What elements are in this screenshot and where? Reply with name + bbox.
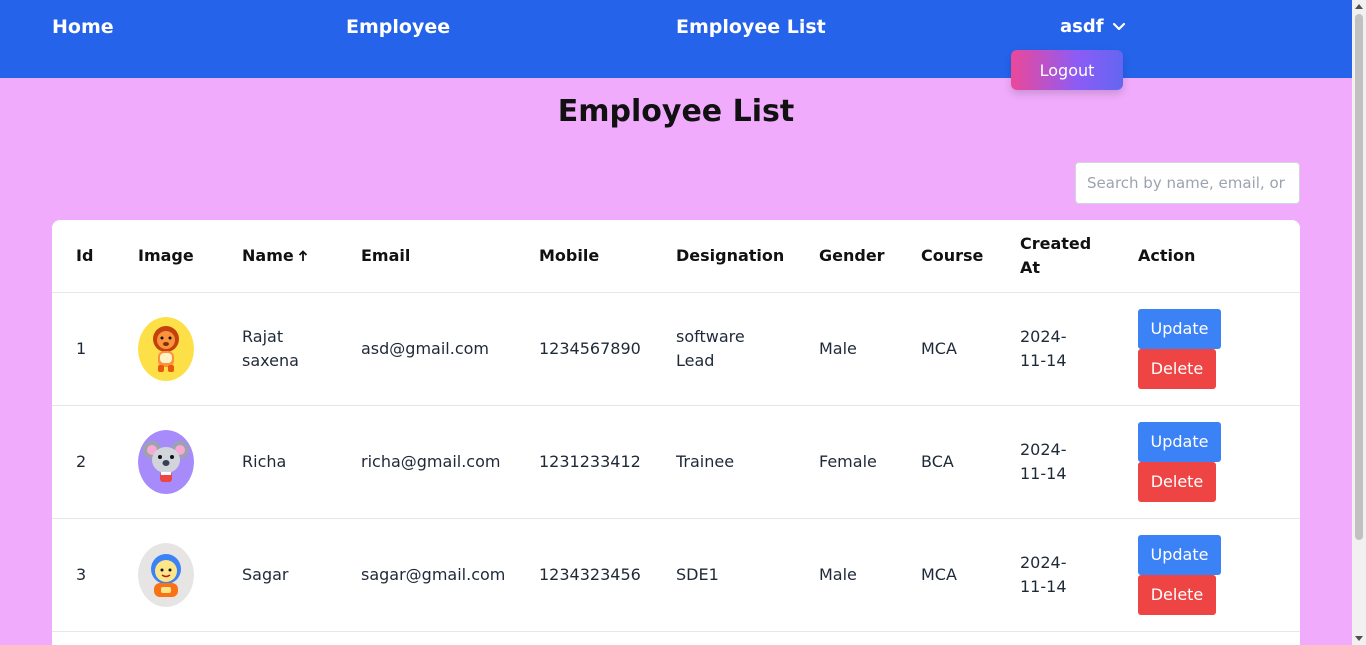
scroll-up-arrow-icon[interactable] xyxy=(1355,4,1363,9)
employee-table-card: Id Image Name Email Mobile Designation G… xyxy=(52,220,1300,645)
cell-created-at: 2024-11-14 xyxy=(996,405,1114,519)
header-gender: Gender xyxy=(795,220,897,293)
cell-gender: Female xyxy=(795,405,897,519)
employee-table: Id Image Name Email Mobile Designation G… xyxy=(52,220,1300,632)
delete-button[interactable]: Delete xyxy=(1138,461,1216,502)
header-email: Email xyxy=(337,220,515,293)
cell-created-at: 2024-11-14 xyxy=(996,518,1114,632)
scrollbar-thumb[interactable] xyxy=(1355,14,1363,540)
delete-button[interactable]: Delete xyxy=(1138,574,1216,615)
cell-course: BCA xyxy=(897,405,996,519)
cell-name: Richa xyxy=(218,405,337,519)
header-image: Image xyxy=(114,220,218,293)
cell-created-at: 2024-11-14 xyxy=(996,292,1114,406)
cell-designation: SDE1 xyxy=(652,518,795,632)
cell-mobile: 1234323456 xyxy=(515,518,652,632)
cell-name: Rajat saxena xyxy=(218,292,337,406)
header-name[interactable]: Name xyxy=(218,220,337,293)
cell-mobile: 1234567890 xyxy=(515,292,652,406)
sort-arrow-up-icon xyxy=(298,249,307,261)
cell-gender: Male xyxy=(795,518,897,632)
cell-email: sagar@gmail.com xyxy=(337,518,515,632)
search-input[interactable] xyxy=(1075,162,1300,204)
monk-avatar-image xyxy=(138,542,194,607)
table-row: 3 Sagar sagar@gmail.com 1234323456 SDE1 … xyxy=(52,518,1300,632)
lion-avatar-image xyxy=(138,316,194,381)
username-label: asdf xyxy=(1060,16,1104,37)
update-button[interactable]: Update xyxy=(1138,308,1221,349)
cell-email: asd@gmail.com xyxy=(337,292,515,406)
cell-designation: software Lead xyxy=(652,292,795,406)
update-button[interactable]: Update xyxy=(1138,421,1221,462)
cell-email: richa@gmail.com xyxy=(337,405,515,519)
cell-mobile: 1231233412 xyxy=(515,405,652,519)
table-header-row: Id Image Name Email Mobile Designation G… xyxy=(52,220,1300,293)
header-name-label: Name xyxy=(242,245,294,265)
header-designation: Designation xyxy=(652,220,795,293)
header-course: Course xyxy=(897,220,996,293)
koala-avatar-image xyxy=(138,429,194,494)
page-scrollbar[interactable] xyxy=(1352,0,1366,645)
user-menu-toggle[interactable]: asdf xyxy=(1060,16,1126,37)
scroll-down-arrow-icon[interactable] xyxy=(1355,636,1363,641)
nav-employee-list-link[interactable]: Employee List xyxy=(676,16,826,38)
chevron-down-icon xyxy=(1112,22,1125,30)
nav-home-link[interactable]: Home xyxy=(52,16,114,38)
cell-id: 3 xyxy=(52,518,114,632)
delete-button[interactable]: Delete xyxy=(1138,348,1216,389)
page-title: Employee List xyxy=(557,94,795,129)
cell-course: MCA xyxy=(897,292,996,406)
header-mobile: Mobile xyxy=(515,220,652,293)
cell-designation: Trainee xyxy=(652,405,795,519)
header-id: Id xyxy=(52,220,114,293)
cell-name: Sagar xyxy=(218,518,337,632)
cell-id: 1 xyxy=(52,292,114,406)
header-created-at: Created At xyxy=(996,220,1114,293)
table-row: 2 Richa richa@gmail.com 1231233412 Train… xyxy=(52,405,1300,519)
nav-employee-link[interactable]: Employee xyxy=(346,16,450,38)
logout-button[interactable]: Logout xyxy=(1011,50,1123,90)
table-row: 1 Rajat saxena asd@gmail.com 1234567890 … xyxy=(52,292,1300,406)
header-action: Action xyxy=(1114,220,1300,293)
cell-id: 2 xyxy=(52,405,114,519)
update-button[interactable]: Update xyxy=(1138,534,1221,575)
cell-course: MCA xyxy=(897,518,996,632)
cell-gender: Male xyxy=(795,292,897,406)
navbar: Home Employee Employee List asdf xyxy=(0,0,1352,78)
